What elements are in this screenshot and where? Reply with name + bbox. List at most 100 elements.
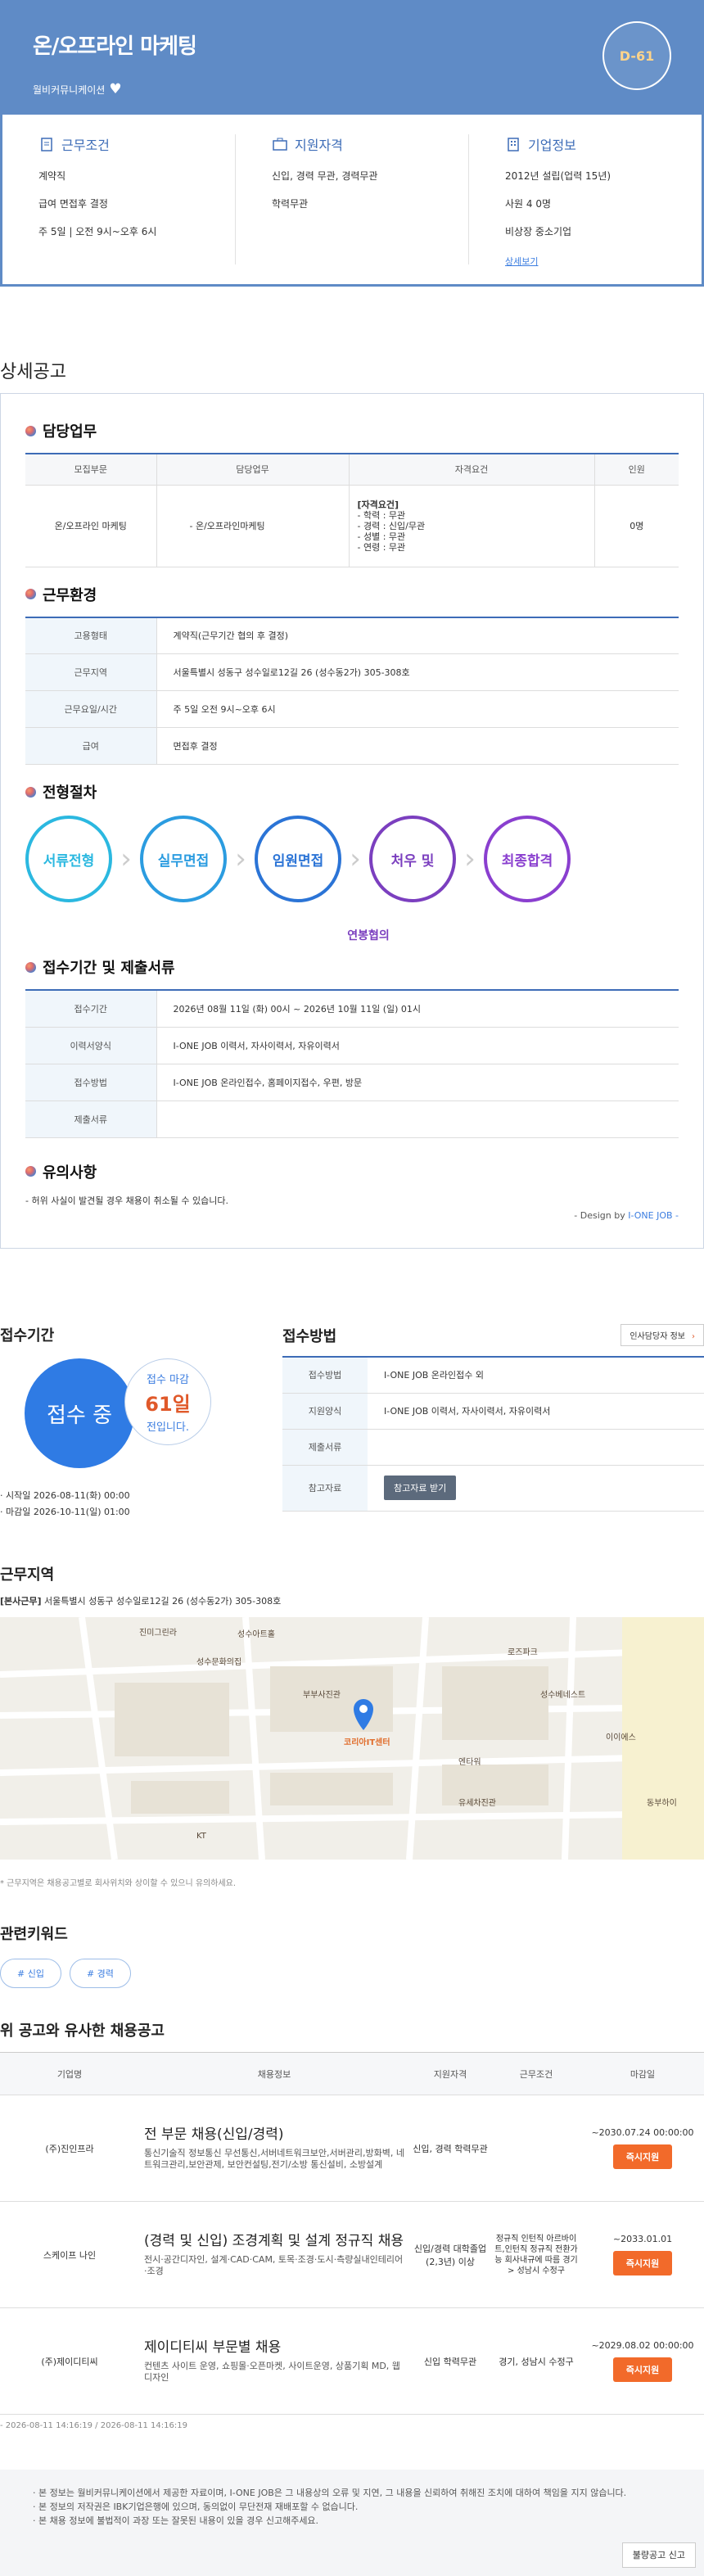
- process-step: 임원면접: [255, 816, 341, 902]
- bullet-icon: [25, 961, 36, 973]
- map-label: 이이에스: [606, 1733, 636, 1742]
- company-name[interactable]: 월비커뮤니케이션: [33, 83, 105, 97]
- duty-header: 담당업무: [156, 454, 350, 486]
- apply-method-title: 접수방법: [282, 1327, 337, 1345]
- design-credit: - Design by I-ONE JOB -: [574, 1209, 679, 1221]
- chevron-right-icon: ›: [350, 843, 361, 875]
- job-desc: 통신기술직 정보통신 무선통신,서버네트워크보안,서버관리,방화벽, 네트워크관…: [144, 2147, 404, 2170]
- table-row: 근무지역 서울특별시 성동구 성수일로12길 26 (성수동2가) 305-308…: [25, 653, 679, 691]
- env-title: 근무환경: [43, 586, 97, 604]
- apply-period: 접수기간 접수 중 접수 마감 61일 전입니다. · 시작일 2026-08-…: [0, 1324, 282, 1539]
- job-due: ~2030.07.24 00:00:00: [591, 2127, 694, 2138]
- report-button[interactable]: 불량공고 신고: [621, 2542, 696, 2568]
- qual-row: 학력무관: [272, 198, 309, 210]
- job-desc: 컨텐츠 사이트 운영, 쇼핑몰·오픈마켓, 사이트운영, 상품기획 MD, 웹디…: [144, 2360, 400, 2383]
- footer-line: · 본 정보는 월비커뮤니케이션에서 제공한 자료이며, I-ONE JOB은 …: [33, 2488, 627, 2498]
- duty-count: 0명: [594, 485, 679, 567]
- period-table: 접수기간 2026년 08월 11일 (화) 00시 ~ 2026년 10월 11…: [25, 989, 679, 1138]
- keyword-tag[interactable]: # 경력: [69, 1959, 131, 1988]
- duty-title: 담당업무: [43, 423, 97, 441]
- keywords-title: 관련키워드: [0, 1926, 68, 1943]
- job-qualification: 신입 학력무관: [409, 2307, 491, 2415]
- table-row: 근무요일/시간 주 5일 오전 9시~오후 6시: [25, 690, 679, 728]
- process-step: 처우 및: [369, 816, 456, 902]
- map-label: 성수베네스트: [540, 1690, 585, 1700]
- apply-method: 접수방법 인사담당자 정보 › 접수방법 I-ONE JOB 온라인접수 외 지원양…: [282, 1324, 704, 1539]
- process-steps: 서류전형 › 실무면접 › 임원면접 › 처우 및 › 최종합격: [25, 814, 679, 904]
- table-row: 제출서류: [25, 1100, 679, 1138]
- chevron-right-icon: ›: [120, 843, 132, 875]
- reference-download-button[interactable]: 참고자료 받기: [384, 1476, 457, 1500]
- table-row: (주)진인프라 전 부문 채용(신입/경력) 통신기술직 정보통신 무선통신,서…: [0, 2095, 704, 2202]
- map-label: 진미그린라: [139, 1628, 177, 1638]
- hr-contact-button[interactable]: 인사담당자 정보 ›: [621, 1324, 704, 1346]
- bullet-icon: [25, 425, 36, 436]
- similar-jobs-table: 기업명 채용정보 지원자격 근무조건 마감일 (주)진인프라 전 부문 채용(신…: [0, 2052, 704, 2415]
- summary-panel: 근무조건 계약직 급여 면접후 결정 주 5일 | 오전 9시~오후 6시 지원…: [0, 115, 704, 287]
- footer-line: · 본 채용 정보에 불법적이 과장 또는 잘못된 내용이 있을 경우 신고해주…: [33, 2515, 319, 2526]
- work-conditions: 근무조건 계약직 급여 면접후 결정 주 5일 | 오전 9시~오후 6시: [2, 134, 236, 264]
- location-note: * 근무지역은 채용공고별로 회사위치와 상이할 수 있으니 유의하세요.: [0, 1879, 237, 1888]
- table-row: 제출서류: [282, 1429, 704, 1466]
- building-icon: [508, 138, 519, 151]
- table-row: 접수기간 2026년 08월 11일 (화) 00시 ~ 2026년 10월 11…: [25, 990, 679, 1028]
- duty-table: 모집부문 담당업무 자격요건 인원 온/오프라인 마케팅 - 온/오프라인마케팅…: [25, 453, 679, 567]
- keyword-list: # 신입 # 경력: [0, 1959, 704, 1988]
- apply-method-table: 접수방법 I-ONE JOB 온라인접수 외 지원양식 I-ONE JOB 이력서,…: [282, 1356, 704, 1512]
- footer-notice: · 본 정보는 월비커뮤니케이션에서 제공한 자료이며, I-ONE JOB은 …: [0, 2470, 704, 2576]
- caution-title: 유의사항: [43, 1164, 97, 1182]
- detail-panel: 담당업무 모집부문 담당업무 자격요건 인원 온/오프라인 마케팅 - 온/오프…: [0, 393, 704, 1249]
- caution-text: - 허위 사실이 발견될 경우 채용이 취소될 수 있습니다.: [25, 1195, 228, 1206]
- duty-header: 자격요건: [349, 454, 595, 486]
- duty-task: - 온/오프라인마케팅: [156, 485, 350, 567]
- process-note: 연봉협의: [347, 929, 390, 942]
- job-conditions: [491, 2095, 581, 2202]
- status-badge: 접수 중: [25, 1358, 134, 1468]
- bullet-icon: [25, 589, 36, 599]
- duty-header: 인원: [594, 454, 679, 486]
- map-canvas: 진미그린라 성수아트홀 성수문화의집 로즈파크 엔타워 KT 성수베네스트 이이…: [0, 1617, 704, 1860]
- job-title-link[interactable]: 전 부문 채용(신입/경력): [144, 2126, 404, 2143]
- table-row: 고용형태 계약직(근무기간 협의 후 결정): [25, 617, 679, 654]
- start-date: · 시작일 2026-08-11(화) 00:00: [0, 1490, 130, 1501]
- table-row: (주)제이디티씨 제이디티씨 부문별 채용 컨텐츠 사이트 운영, 쇼핑몰·오픈…: [0, 2307, 704, 2415]
- chevron-right-icon: ›: [692, 1332, 695, 1341]
- location-map[interactable]: 진미그린라 성수아트홀 성수문화의집 로즈파크 엔타워 KT 성수베네스트 이이…: [0, 1617, 704, 1860]
- apply-now-button[interactable]: 즉시지원: [612, 2357, 673, 2382]
- dday-badge: D-61: [602, 21, 671, 90]
- deadline-badge: 접수 마감 61일 전입니다.: [124, 1358, 211, 1445]
- duty-dept: 온/오프라인 마케팅: [25, 485, 157, 567]
- table-row: 이력서양식 I-ONE JOB 이력서, 자사이력서, 자유이력서: [25, 1027, 679, 1064]
- job-desc: 전시·공간디자인, 설계·CAD·CAM, 토목·조경·도시·측량실내인테리어·…: [144, 2253, 404, 2276]
- timestamp: - 2026-08-11 14:16:19 / 2026-08-11 14:16…: [0, 2421, 187, 2430]
- period-title: 접수기간 및 제출서류: [43, 960, 175, 977]
- qualifications: 지원자격 신입, 경력 무관, 경력무관 학력무관: [236, 134, 469, 264]
- job-company[interactable]: 스케이프 나인: [0, 2201, 139, 2308]
- chevron-right-icon: ›: [235, 843, 246, 875]
- job-title-link[interactable]: 제이디티씨 부문별 채용: [144, 2339, 404, 2356]
- process-title: 전형절차: [43, 784, 97, 802]
- heart-icon[interactable]: ♥: [109, 83, 121, 97]
- job-company[interactable]: (주)진인프라: [0, 2095, 139, 2202]
- footer-line: · 본 정보의 저작권은 IBK기업은행에 있으며, 동의없이 무단전재 재배포…: [33, 2501, 359, 2512]
- map-label: 성수아트홀: [237, 1629, 275, 1639]
- apply-now-button[interactable]: 즉시지원: [612, 2144, 673, 2169]
- job-header: 온/오프라인 마케팅 월비커뮤니케이션 ♥ D-61: [0, 0, 704, 115]
- company-detail-link[interactable]: 상세보기: [505, 256, 538, 267]
- env-table: 고용형태 계약직(근무기간 협의 후 결정) 근무지역 서울특별시 성동구 성수일로…: [25, 616, 679, 765]
- map-pin-label: 코리아IT센터: [344, 1737, 390, 1747]
- job-conditions: 정규직 인턴직 아르바이트,인턴직 정규직 전환가능 회사내규에 따름 경기 >…: [491, 2201, 581, 2308]
- job-due: ~2033.01.01: [612, 2234, 673, 2244]
- work-row: 주 5일 | 오전 9시~오후 6시: [38, 226, 157, 237]
- job-title-link[interactable]: (경력 및 신입) 조경계획 및 설계 정규직 채용: [144, 2233, 404, 2249]
- job-company[interactable]: (주)제이디티씨: [0, 2307, 139, 2415]
- duty-requirements: [자격요건] - 학력 : 무관 - 경력 : 신입/무관 - 성별 : 무관 …: [349, 485, 595, 567]
- keyword-tag[interactable]: # 신입: [0, 1959, 61, 1988]
- map-label: 엔타워: [458, 1756, 481, 1767]
- apply-dates: · 시작일 2026-08-11(화) 00:00 · 마감일 2026-10-…: [0, 1488, 130, 1521]
- table-row: 스케이프 나인 (경력 및 신입) 조경계획 및 설계 정규직 채용 전시·공간…: [0, 2201, 704, 2308]
- qual-row: 신입, 경력 무관, 경력무관: [272, 170, 378, 182]
- table-row: 지원양식 I-ONE JOB 이력서, 자사이력서, 자유이력서: [282, 1393, 704, 1430]
- apply-now-button[interactable]: 즉시지원: [612, 2251, 673, 2275]
- job-qualification: 신입/경력 대학졸업(2,3년) 이상: [409, 2201, 491, 2308]
